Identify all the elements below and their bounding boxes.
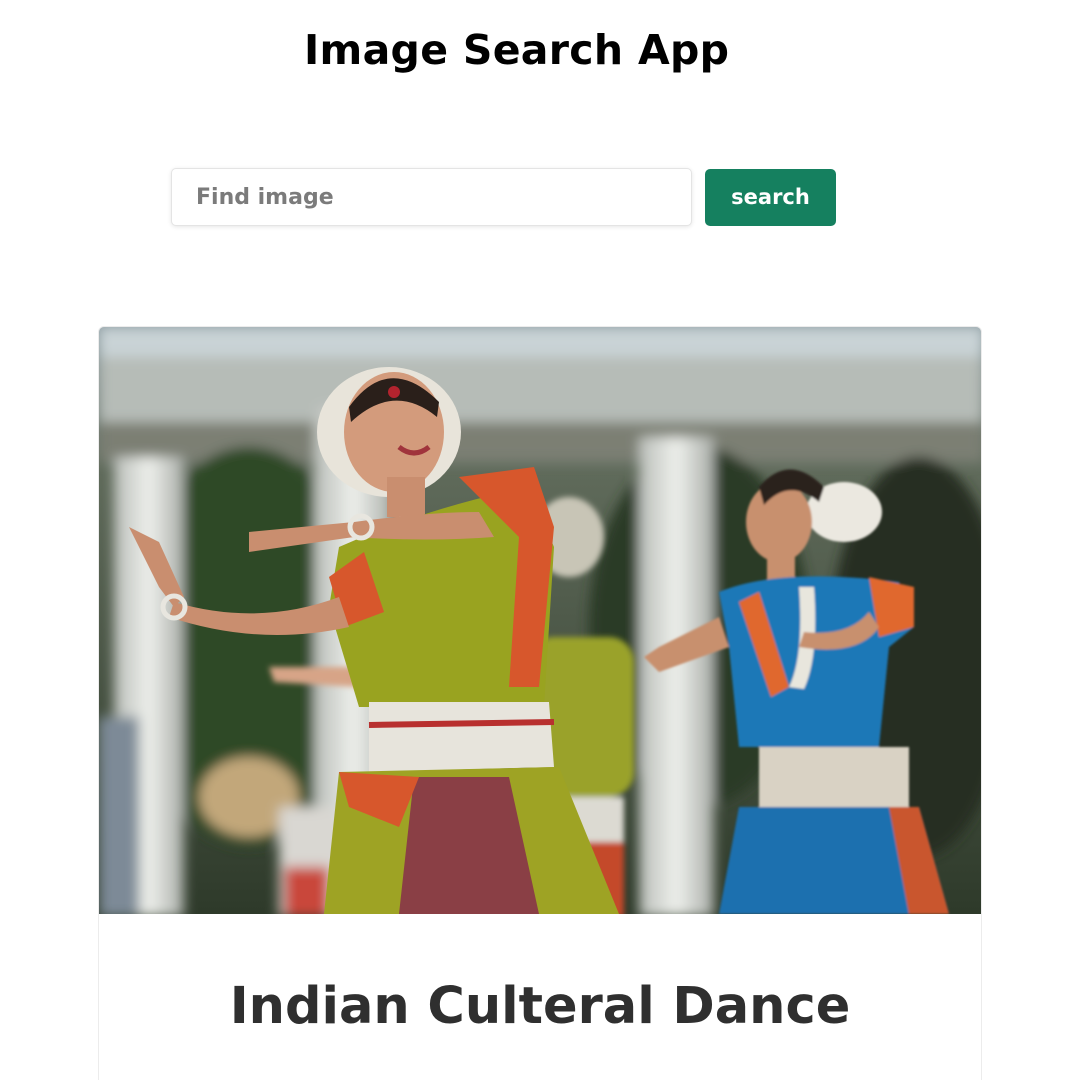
image-search-page: Image Search App search — [0, 0, 1080, 1080]
result-caption: Indian Culteral Dance — [229, 977, 851, 1036]
search-button[interactable]: search — [705, 168, 836, 226]
search-bar: search — [171, 168, 836, 226]
result-card[interactable]: Indian Culteral Dance — [98, 326, 982, 1080]
result-image[interactable] — [99, 327, 982, 914]
page-title: Image Search App — [304, 26, 730, 74]
search-input[interactable] — [171, 168, 692, 226]
